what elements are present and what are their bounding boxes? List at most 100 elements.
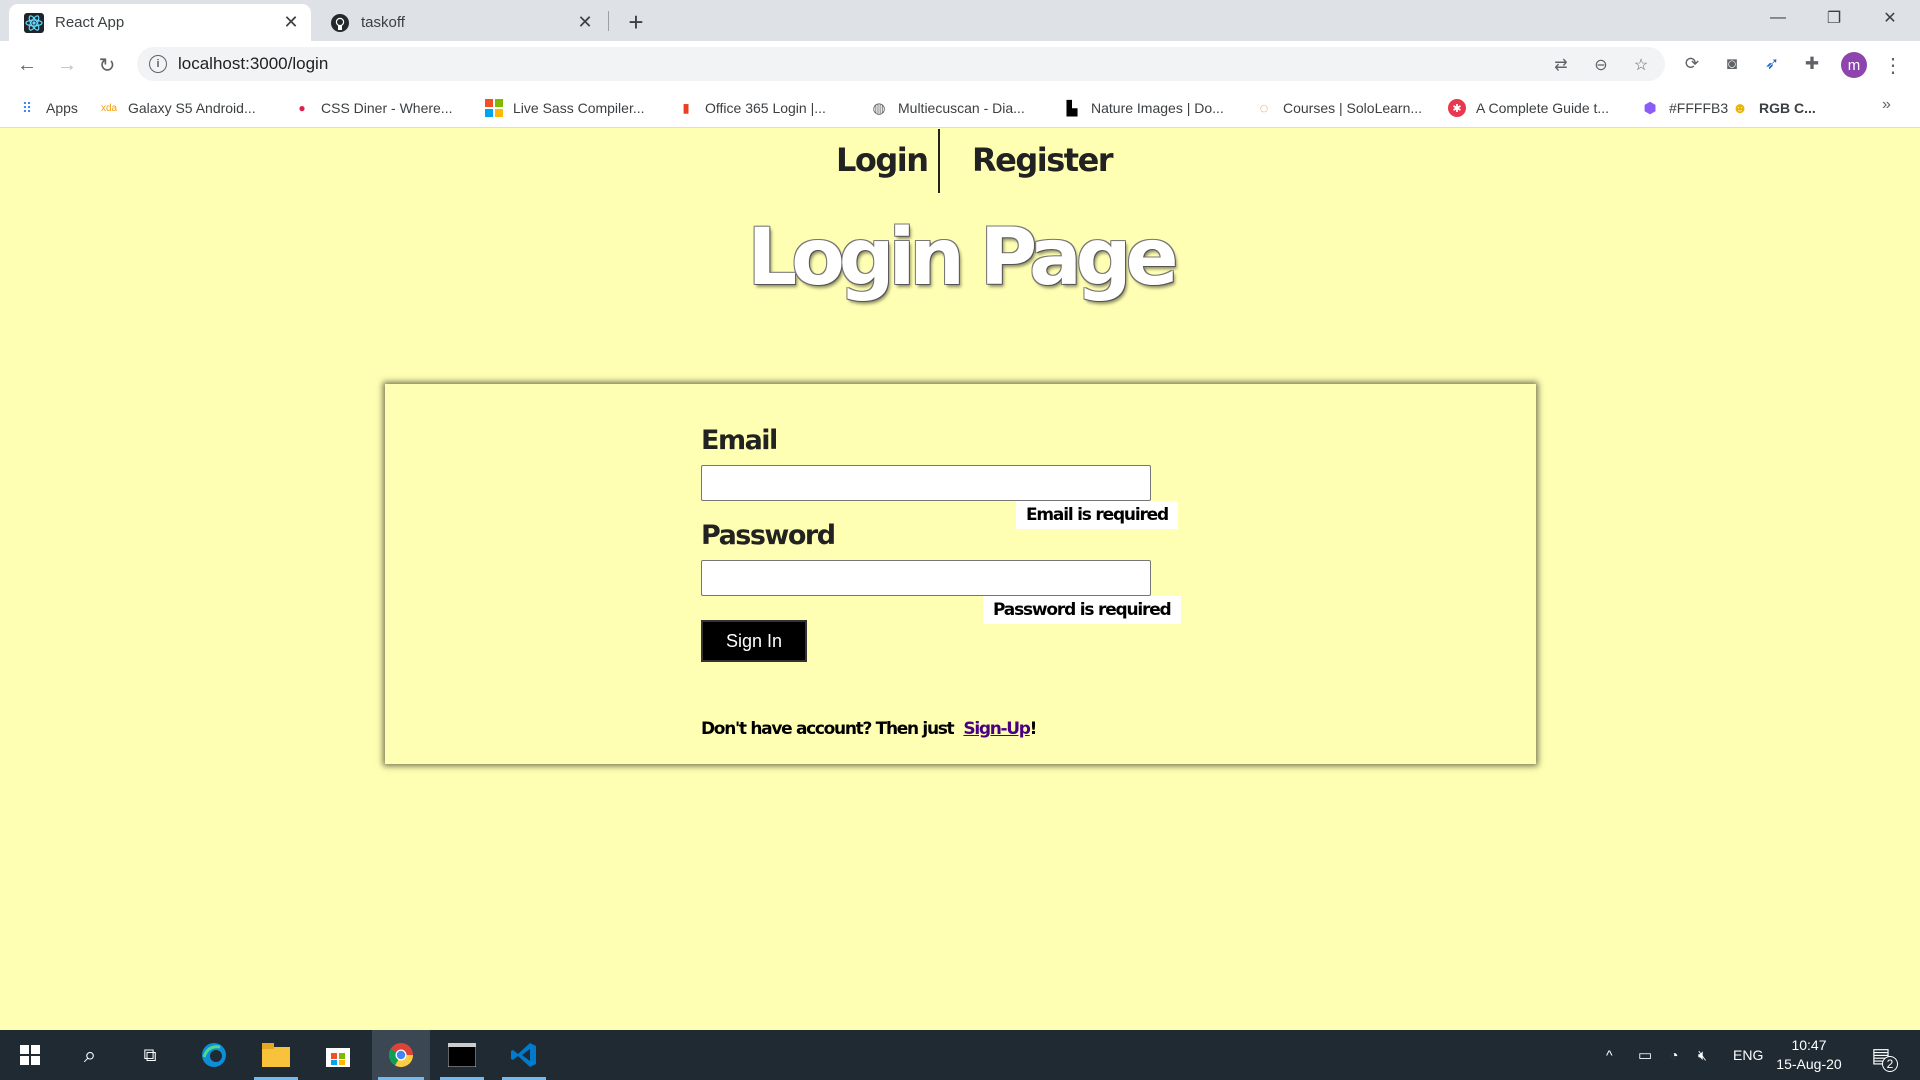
bookmarks-overflow-button[interactable]: » bbox=[1882, 96, 1891, 114]
action-center-icon[interactable]: ▤ 2 bbox=[1866, 1040, 1898, 1072]
edge-browser-icon[interactable] bbox=[186, 1030, 242, 1080]
microsoft-store-icon[interactable] bbox=[310, 1030, 366, 1080]
windows-logo-icon bbox=[485, 99, 503, 117]
wing-extension-icon[interactable]: ➶ bbox=[1760, 52, 1784, 76]
tab-react-app[interactable]: React App ✕ bbox=[9, 4, 311, 41]
profile-avatar[interactable]: m bbox=[1841, 52, 1867, 78]
bookmark-label: Galaxy S5 Android... bbox=[128, 100, 256, 116]
close-window-icon[interactable]: ✕ bbox=[1862, 0, 1918, 36]
language-indicator[interactable]: ENG bbox=[1733, 1030, 1763, 1080]
color-hexagon-icon: ⬢ bbox=[1643, 100, 1657, 117]
url-text[interactable]: localhost:3000/login bbox=[178, 54, 328, 74]
vscode-icon[interactable] bbox=[496, 1030, 552, 1080]
browser-toolbar: ← → ↻ i localhost:3000/login ⇄ ⊖ ☆ ⟳ ◙ ➶… bbox=[0, 41, 1920, 88]
css-diner-icon: ● bbox=[298, 101, 306, 115]
bookmark-label: Apps bbox=[46, 100, 78, 116]
bookmark-apps[interactable]: ⠿ Apps bbox=[18, 96, 78, 120]
sync-extension-icon[interactable]: ⟳ bbox=[1680, 52, 1704, 76]
xda-icon: xda bbox=[100, 102, 118, 114]
react-icon bbox=[24, 12, 44, 33]
password-error-message: Password is required bbox=[983, 596, 1181, 624]
rgb-icon: ☻ bbox=[1732, 99, 1748, 117]
browser-tab-bar: React App ✕ taskoff ✕ + — ❐ ✕ bbox=[0, 0, 1920, 41]
unsplash-icon: ▙ bbox=[1066, 99, 1078, 116]
bookmark-multiecuscan[interactable]: ◍ Multiecuscan - Dia... bbox=[870, 96, 1025, 120]
chrome-icon[interactable] bbox=[372, 1030, 430, 1080]
new-tab-button[interactable]: + bbox=[622, 7, 650, 37]
bookmark-label: A Complete Guide t... bbox=[1476, 100, 1610, 116]
password-label: Password bbox=[701, 520, 836, 551]
nav-register-link[interactable]: Register bbox=[972, 141, 1114, 179]
bookmark-rgb[interactable]: ☻ RGB C... bbox=[1731, 96, 1816, 120]
tray-overflow-chevron-icon[interactable]: ^ bbox=[1606, 1030, 1613, 1080]
tab-taskoff[interactable]: taskoff ✕ bbox=[315, 4, 605, 41]
reload-icon[interactable]: ↻ bbox=[92, 50, 122, 80]
csstricks-icon: ✱ bbox=[1448, 99, 1466, 117]
nav-divider bbox=[938, 129, 940, 193]
email-field[interactable] bbox=[701, 465, 1151, 501]
bookmark-nature-images[interactable]: ▙ Nature Images | Do... bbox=[1063, 96, 1224, 120]
email-error-message: Email is required bbox=[1016, 501, 1178, 529]
sign-in-button[interactable]: Sign In bbox=[701, 620, 807, 662]
tab-title: React App bbox=[55, 14, 125, 31]
office-icon: ▮ bbox=[682, 101, 690, 115]
close-tab-icon[interactable]: ✕ bbox=[280, 12, 302, 34]
back-arrow-icon[interactable]: ← bbox=[12, 50, 42, 80]
password-field[interactable] bbox=[701, 560, 1151, 596]
address-bar[interactable]: i localhost:3000/login ⇄ ⊖ ☆ bbox=[137, 47, 1665, 81]
bookmark-star-icon[interactable]: ☆ bbox=[1631, 55, 1651, 75]
wifi-icon[interactable]: ◔ bbox=[1670, 1030, 1678, 1080]
clock-time: 10:47 bbox=[1791, 1037, 1827, 1053]
close-tab-icon[interactable]: ✕ bbox=[574, 12, 596, 34]
signup-prompt-text: Don't have account? Then just bbox=[701, 719, 955, 739]
bookmark-office[interactable]: ▮ Office 365 Login |... bbox=[677, 96, 826, 120]
camera-extension-icon[interactable]: ◙ bbox=[1720, 52, 1744, 76]
notification-count-badge: 2 bbox=[1882, 1056, 1898, 1072]
nav-login-link[interactable]: Login bbox=[836, 141, 929, 179]
bookmark-ffffb3[interactable]: ⬢ #FFFFB3 bbox=[1641, 96, 1728, 120]
zoom-icon[interactable]: ⊖ bbox=[1591, 55, 1611, 75]
bookmark-sololearn[interactable]: ◌ Courses | SoloLearn... bbox=[1255, 96, 1423, 120]
restore-icon[interactable]: ❐ bbox=[1806, 0, 1862, 36]
bookmark-label: CSS Diner - Where... bbox=[321, 100, 453, 116]
apps-grid-icon: ⠿ bbox=[21, 99, 33, 116]
minimize-icon[interactable]: — bbox=[1750, 0, 1806, 36]
bookmark-label: Nature Images | Do... bbox=[1091, 100, 1224, 116]
signup-link[interactable]: Sign-Up bbox=[963, 719, 1031, 739]
bookmark-galaxy[interactable]: xda Galaxy S5 Android... bbox=[100, 96, 256, 120]
bookmark-label: Courses | SoloLearn... bbox=[1283, 100, 1423, 116]
bookmark-label: Multiecuscan - Dia... bbox=[898, 100, 1025, 116]
top-nav: Login Register bbox=[0, 129, 1920, 193]
bookmark-label: Live Sass Compiler... bbox=[513, 100, 645, 116]
site-info-icon[interactable]: i bbox=[149, 55, 167, 73]
login-form-card: Email Email is required Password Passwor… bbox=[385, 384, 1536, 764]
forward-arrow-icon[interactable]: → bbox=[52, 50, 82, 80]
file-explorer-icon[interactable] bbox=[248, 1030, 304, 1080]
bookmark-complete-guide[interactable]: ✱ A Complete Guide t... bbox=[1448, 96, 1609, 120]
bookmark-label: #FFFFB3 bbox=[1669, 100, 1729, 116]
page-title: Login Page bbox=[747, 213, 1179, 303]
terminal-icon[interactable] bbox=[434, 1030, 490, 1080]
extensions-puzzle-icon[interactable]: ✚ bbox=[1800, 52, 1824, 76]
bookmarks-bar: ⠿ Apps xda Galaxy S5 Android... ● CSS Diner… bbox=[0, 88, 1920, 128]
page-viewport: Login Register Login Page Email Email is… bbox=[0, 129, 1920, 1030]
translate-icon[interactable]: ⇄ bbox=[1551, 55, 1571, 75]
volume-muted-icon[interactable]: 🔇︎ bbox=[1698, 1030, 1707, 1080]
signup-suffix: ! bbox=[1029, 719, 1038, 739]
bookmark-live-sass[interactable]: Live Sass Compiler... bbox=[485, 96, 645, 120]
system-clock[interactable]: 10:47 15-Aug-20 bbox=[1772, 1036, 1846, 1074]
email-label: Email bbox=[701, 425, 778, 456]
github-icon bbox=[330, 13, 350, 33]
windows-start-icon[interactable] bbox=[2, 1030, 58, 1080]
search-icon[interactable]: ⌕ bbox=[62, 1030, 118, 1080]
bookmark-css-diner[interactable]: ● CSS Diner - Where... bbox=[293, 96, 452, 120]
signup-prompt: Don't have account? Then just Sign-Up! bbox=[701, 719, 1038, 739]
clock-date: 15-Aug-20 bbox=[1776, 1056, 1842, 1072]
task-view-icon[interactable]: ⧉ bbox=[122, 1030, 178, 1080]
battery-icon[interactable]: ▭ bbox=[1638, 1030, 1652, 1080]
tab-separator bbox=[608, 11, 609, 31]
bookmark-label: RGB C... bbox=[1759, 100, 1816, 116]
tab-title: taskoff bbox=[361, 14, 405, 31]
windows-taskbar: ⌕ ⧉ ^ ▭ ◔ 🔇︎ ENG 10:47 15-Aug-20 ▤ 2 bbox=[0, 1030, 1920, 1080]
browser-menu-icon[interactable]: ⋮ bbox=[1883, 52, 1903, 78]
